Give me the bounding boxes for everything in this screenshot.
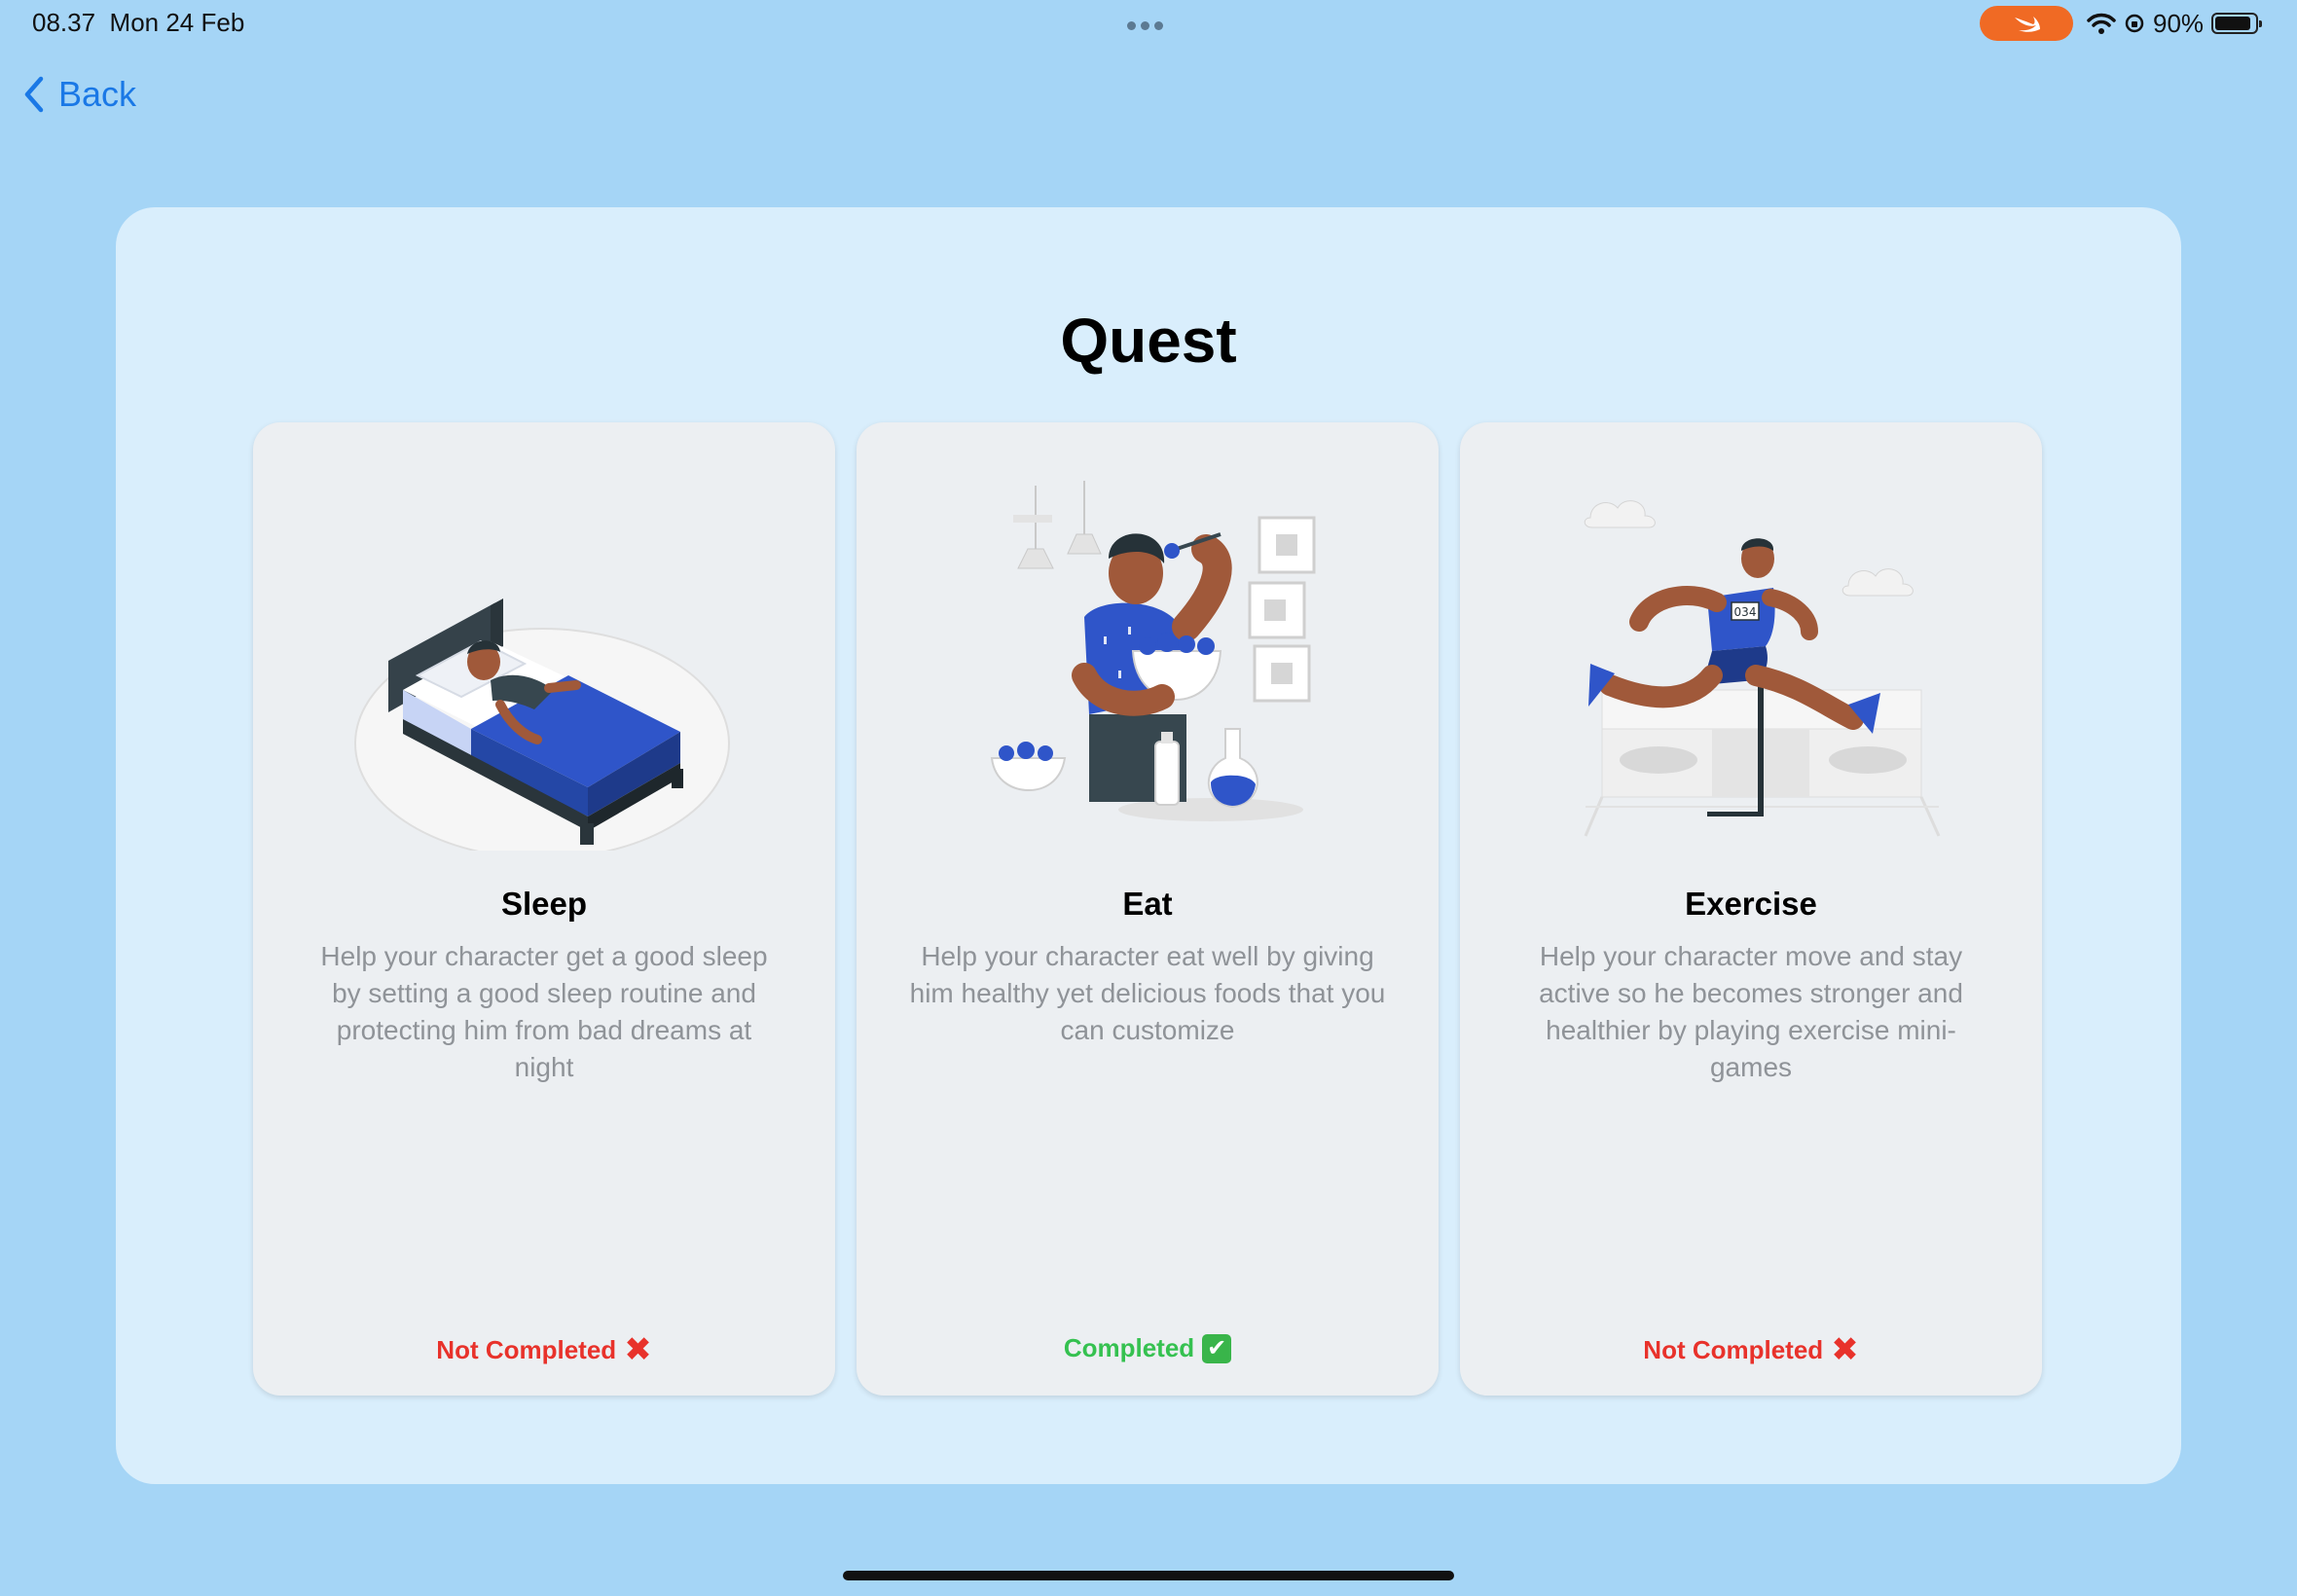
quest-status-label: Not Completed <box>1643 1334 1824 1364</box>
sleeping-in-bed-illustration <box>354 598 730 851</box>
quest-card-description: Help your character eat well by giving h… <box>909 941 1386 1045</box>
quest-card-title: Exercise <box>1685 886 1817 922</box>
battery-percent: 90% <box>2153 8 2205 38</box>
status-time: 08.37 <box>32 8 96 37</box>
chevron-left-icon <box>24 76 44 113</box>
swift-playgrounds-indicator[interactable] <box>1980 6 2073 41</box>
page-title: Quest <box>1060 306 1237 376</box>
quest-status-label: Not Completed <box>436 1334 617 1364</box>
quest-card-title: Eat <box>1122 886 1173 922</box>
wifi-icon <box>2087 13 2116 34</box>
cross-mark-icon: ✖ <box>1831 1331 1859 1368</box>
status-time-date: 08.37 Mon 24 Feb <box>32 8 244 38</box>
quest-card-exercise[interactable]: 034 Exercise Help your character move an… <box>1460 422 2042 1396</box>
multitasking-dots-icon[interactable] <box>1127 18 1170 30</box>
status-indicators: 90% <box>2087 6 2263 41</box>
quest-card-title: Sleep <box>500 886 588 922</box>
quest-card-description: Help your character get a good sleep by … <box>320 941 768 1082</box>
cross-mark-icon: ✖ <box>624 1331 652 1368</box>
quest-panel: Quest Sleep Help your character get a go… <box>116 207 2181 1484</box>
quest-card-eat[interactable]: Eat Help your character eat well by givi… <box>857 422 1439 1396</box>
battery-level <box>2215 17 2251 30</box>
quest-status-label: Completed <box>1063 1333 1195 1362</box>
battery-icon <box>2211 13 2263 34</box>
quest-card-sleep[interactable]: Sleep Help your character get a good sle… <box>253 422 835 1396</box>
swift-bird-icon <box>2015 17 2040 32</box>
quest-status: Completed ✔ <box>857 1333 1439 1363</box>
back-label: Back <box>58 74 137 114</box>
status-date: Mon 24 Feb <box>109 8 245 37</box>
eating-salad-illustration <box>990 481 1316 821</box>
quest-status: Not Completed ✖ <box>1460 1333 2042 1366</box>
quest-status: Not Completed ✖ <box>253 1333 835 1366</box>
status-bar: 08.37 Mon 24 Feb 90% <box>0 0 2297 47</box>
check-mark-icon: ✔ <box>1202 1333 1232 1363</box>
orientation-lock-icon <box>2125 14 2144 33</box>
home-indicator[interactable] <box>843 1571 1454 1580</box>
hurdle-running-illustration: 034 <box>1584 500 1941 837</box>
race-bib-number: 034 <box>1734 605 1757 619</box>
back-button[interactable]: Back <box>23 74 136 115</box>
quest-card-description: Help your character move and stay active… <box>1539 941 1963 1082</box>
